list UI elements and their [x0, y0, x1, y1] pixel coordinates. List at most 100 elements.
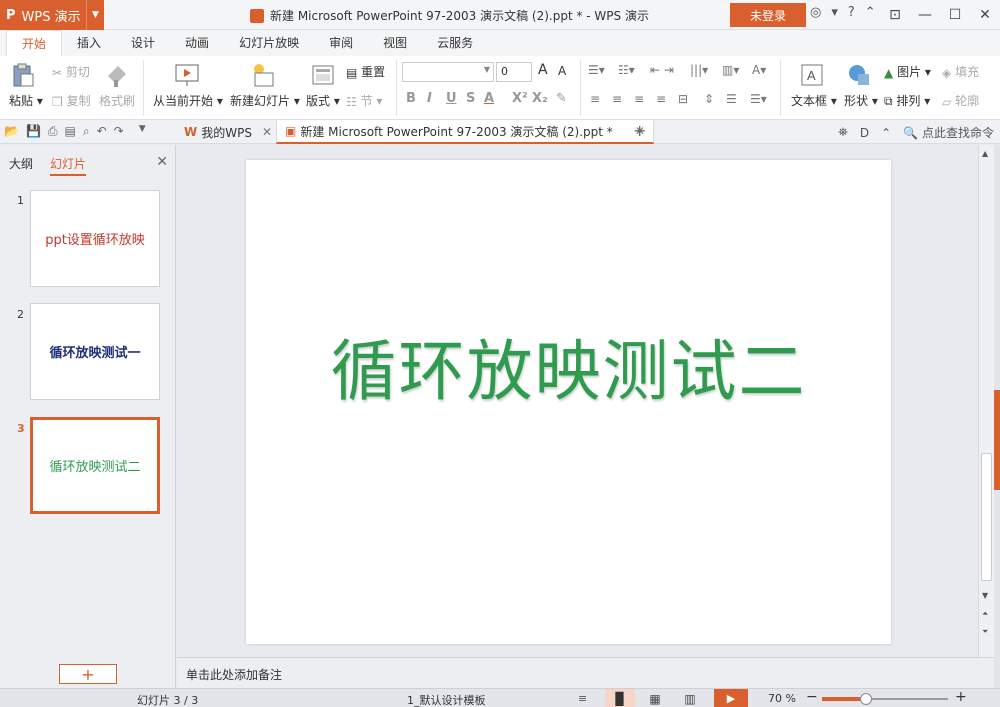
print-preview-icon[interactable]: ⎙ — [48, 124, 58, 139]
tab-animation[interactable]: 动画 — [170, 30, 224, 56]
bullets-icon[interactable]: ☰▾ — [588, 63, 605, 77]
chevron-down-icon[interactable]: ▼ — [86, 0, 104, 30]
scrollbar-thumb[interactable] — [981, 453, 992, 581]
textbox-button[interactable]: 文本框 ▾ — [791, 92, 837, 109]
share-icon[interactable]: D — [860, 126, 869, 140]
paste-button[interactable]: 粘贴 ▾ — [9, 92, 43, 109]
strikethrough-icon[interactable]: S — [466, 91, 475, 106]
new-tab-icon[interactable]: + — [633, 121, 646, 140]
tab-my-wps[interactable]: W 我的WPS ✕ — [176, 120, 280, 144]
bold-icon[interactable]: B — [406, 91, 416, 106]
text-direction-icon[interactable]: A▾ — [752, 63, 766, 77]
slide-canvas[interactable]: 循环放映测试二 — [246, 160, 891, 644]
fill-button[interactable]: ◈ 填充 — [942, 63, 979, 80]
normal-view-button[interactable]: ▉ — [605, 689, 635, 707]
slide-thumbnail-3[interactable]: 循环放映测试二 — [30, 417, 160, 514]
tab-active-document[interactable]: ▣ 新建 Microsoft PowerPoint 97-2003 演示文稿 (… — [276, 120, 654, 144]
para-more-icon[interactable]: ☰▾ — [750, 92, 767, 106]
clear-format-icon[interactable]: ✎ — [556, 91, 567, 106]
subscript-icon[interactable]: X₂ — [532, 91, 548, 106]
next-slide-icon[interactable]: ⏷ — [982, 627, 988, 637]
preview-icon[interactable]: ⌕ — [83, 124, 90, 139]
indent-icon[interactable]: ⇤ ⇥ — [650, 63, 674, 77]
align-right-icon[interactable]: ≡ — [634, 92, 644, 106]
para-spacing-icon[interactable]: ☰ — [726, 92, 737, 106]
collab-icon[interactable]: ⛯ — [838, 125, 848, 140]
customize-chevron-icon[interactable]: ▼ — [139, 124, 146, 139]
print-icon[interactable]: ▤ — [65, 124, 76, 139]
tab-home[interactable]: 开始 — [6, 30, 63, 56]
zoom-in-icon[interactable]: + — [955, 689, 967, 705]
redo-icon[interactable]: ↷ — [114, 124, 124, 139]
minimize-icon[interactable]: — — [910, 0, 940, 30]
font-name-select[interactable]: ▼ — [402, 62, 494, 82]
columns-icon[interactable]: ▥▾ — [722, 63, 739, 77]
copy-button[interactable]: ❐ 复制 — [52, 92, 91, 109]
tab-design[interactable]: 设计 — [116, 30, 170, 56]
previous-slide-icon[interactable]: ⏶ — [982, 609, 988, 619]
reading-view-button[interactable]: ▥ — [675, 689, 705, 707]
superscript-icon[interactable]: X² — [512, 91, 528, 106]
side-panel-toggle[interactable] — [994, 390, 1000, 490]
play-slideshow-button[interactable]: ▶ — [714, 689, 748, 707]
close-icon[interactable]: ✕ — [156, 154, 168, 170]
slide-thumbnail-1[interactable]: ppt设置循环放映 — [30, 190, 160, 287]
layout-button[interactable]: 版式 ▾ — [306, 92, 340, 109]
outline-button[interactable]: ▱ 轮廓 — [942, 92, 979, 109]
scroll-up-icon[interactable]: ▲ — [982, 149, 988, 158]
shape-button[interactable]: 形状 ▾ — [844, 92, 878, 109]
command-search[interactable]: 🔍 点此查找命令 — [903, 124, 994, 141]
login-button[interactable]: 未登录 — [730, 3, 806, 27]
tab-review[interactable]: 审阅 — [314, 30, 368, 56]
line-spacing-icon[interactable]: |||▾ — [690, 63, 708, 77]
minimize-ribbon-icon[interactable]: ⌃ — [881, 126, 891, 140]
numbering-icon[interactable]: ☷▾ — [618, 63, 635, 77]
close-icon[interactable]: ✕ — [262, 125, 272, 139]
restore-window-icon[interactable]: ⊡ — [880, 0, 910, 30]
grow-font-icon[interactable]: A — [538, 62, 548, 78]
save-icon[interactable]: 💾 — [26, 124, 41, 139]
wps-app-menu-button[interactable]: P WPS 演示 ▼ — [0, 0, 104, 30]
help-icon[interactable]: ? — [848, 5, 855, 20]
open-icon[interactable]: 📂 — [4, 124, 19, 139]
section-button[interactable]: ☷ 节 ▾ — [346, 92, 382, 109]
add-slide-button[interactable]: + — [59, 664, 117, 684]
notes-toggle-icon[interactable]: ≡ — [578, 692, 587, 705]
spacing-icon[interactable]: ⇕ — [704, 92, 714, 106]
format-painter-button[interactable]: 格式刷 — [99, 92, 135, 109]
tab-slides[interactable]: 幻灯片 — [50, 155, 87, 176]
align-left-icon[interactable]: ≡ — [590, 92, 600, 106]
tab-outline[interactable]: 大纲 — [9, 155, 33, 172]
notes-area[interactable]: 单击此处添加备注 — [177, 657, 994, 688]
zoom-out-icon[interactable]: − — [806, 689, 818, 705]
underline-icon[interactable]: U — [446, 91, 457, 106]
slide-thumbnail-2[interactable]: 循环放映测试一 — [30, 303, 160, 400]
shirt-icon[interactable]: ▾ — [831, 5, 838, 20]
from-current-button[interactable]: 从当前开始 ▾ — [153, 92, 223, 109]
font-size-select[interactable]: 0 — [496, 62, 532, 82]
reset-button[interactable]: ▤ 重置 — [346, 63, 385, 80]
shrink-font-icon[interactable]: A — [558, 64, 566, 78]
zoom-slider-knob[interactable] — [860, 693, 872, 705]
zoom-level[interactable]: 70 % — [768, 692, 796, 705]
font-color-icon[interactable]: A — [484, 91, 494, 106]
justify-icon[interactable]: ≡ — [656, 92, 666, 106]
distribute-icon[interactable]: ⊟ — [678, 92, 688, 106]
scroll-down-icon[interactable]: ▼ — [982, 591, 988, 600]
slide-title-text[interactable]: 循环放映测试二 — [331, 318, 807, 414]
tab-slideshow[interactable]: 幻灯片放映 — [224, 30, 314, 56]
italic-icon[interactable]: I — [427, 91, 432, 106]
align-center-icon[interactable]: ≡ — [612, 92, 622, 106]
skin-icon[interactable]: ◎ — [810, 5, 821, 20]
cut-button[interactable]: ✂ 剪切 — [52, 63, 90, 80]
arrange-button[interactable]: ⧉ 排列 ▾ — [884, 92, 930, 109]
tab-cloud[interactable]: 云服务 — [422, 30, 488, 56]
new-slide-button[interactable]: 新建幻灯片 ▾ — [230, 92, 300, 109]
vertical-scrollbar[interactable]: ▲ ▼ ⏶ ⏷ — [978, 145, 994, 657]
minimize-ribbon-icon[interactable]: ⌃ — [865, 5, 876, 20]
close-icon[interactable]: ✕ — [970, 0, 1000, 30]
picture-button[interactable]: ▲ 图片 ▾ — [884, 63, 931, 80]
tab-insert[interactable]: 插入 — [62, 30, 116, 56]
slide-sorter-button[interactable]: ▦ — [640, 689, 670, 707]
maximize-icon[interactable]: ☐ — [940, 0, 970, 30]
